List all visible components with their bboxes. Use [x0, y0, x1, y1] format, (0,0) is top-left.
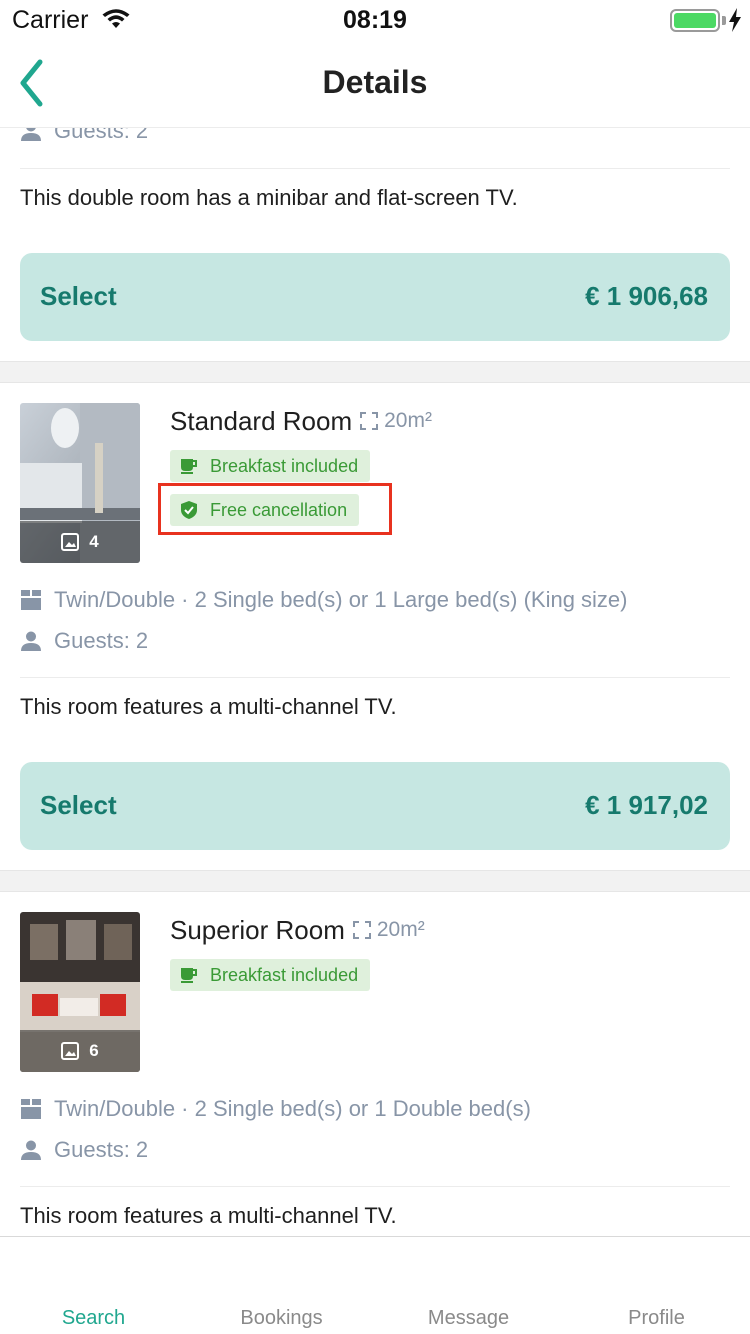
room-name: Superior Room — [170, 915, 345, 945]
coffee-cup-icon — [181, 459, 197, 474]
bed-grid-icon — [21, 1099, 41, 1119]
select-button[interactable]: Select € 1 917,02 — [20, 762, 730, 850]
breakfast-badge: Breakfast included — [170, 959, 371, 991]
tab-search[interactable]: Search — [0, 1307, 187, 1330]
section-separator — [0, 870, 750, 892]
nav-bar: Details — [0, 40, 750, 128]
person-icon — [21, 1140, 41, 1160]
room-description: This room features a multi-channel TV. — [20, 694, 397, 719]
photo-count: 4 — [89, 532, 99, 551]
guests-label: Guests: 2 — [54, 128, 149, 143]
room-list[interactable]: Guests: 2 This double room has a minibar… — [0, 128, 750, 1236]
status-bar: Carrier 08:19 — [0, 0, 750, 40]
tab-bookings[interactable]: Bookings — [188, 1307, 375, 1330]
photo-count-overlay: 4 — [20, 521, 140, 563]
breakfast-badge: Breakfast included — [170, 450, 371, 482]
divider — [20, 168, 730, 169]
room-description: This double room has a minibar and flat-… — [20, 185, 518, 210]
room-description: This room features a multi-channel TV. — [20, 1203, 397, 1228]
tab-message[interactable]: Message — [375, 1307, 562, 1330]
coffee-cup-icon — [181, 968, 197, 983]
clock: 08:19 — [343, 6, 407, 34]
divider — [20, 677, 730, 678]
section-separator — [0, 361, 750, 383]
divider — [20, 1186, 730, 1187]
room-size: 20m² — [352, 918, 425, 942]
image-icon — [61, 533, 80, 551]
badge-label: Breakfast included — [210, 455, 359, 476]
bed-type-label: Twin/Double · 2 Single bed(s) or 1 Large… — [54, 587, 628, 612]
tab-bar: Search Bookings Message Profile — [0, 1236, 750, 1334]
person-icon — [21, 128, 41, 141]
room-size: 20m² — [360, 409, 432, 433]
room-name: Standard Room — [170, 406, 353, 436]
bed-type-label: Twin/Double · 2 Single bed(s) or 1 Doubl… — [54, 1096, 531, 1121]
photo-count-overlay: 6 — [20, 1030, 140, 1072]
photo-count: 6 — [89, 1041, 99, 1060]
bed-type-row: Twin/Double · 2 Single bed(s) or 1 Large… — [20, 587, 628, 613]
room-title: Superior Room 20m² — [170, 915, 425, 946]
guests-label: Guests: 2 — [54, 628, 149, 653]
select-button-price: € 1 906,68 — [585, 281, 708, 311]
bed-type-row: Twin/Double · 2 Single bed(s) or 1 Doubl… — [20, 1096, 531, 1122]
guests-row: Guests: 2 — [20, 128, 148, 144]
expand-icon — [360, 412, 379, 430]
guests-label: Guests: 2 — [54, 1137, 149, 1162]
image-icon — [61, 1042, 80, 1060]
badge-label: Breakfast included — [210, 964, 359, 985]
guests-row: Guests: 2 — [20, 628, 148, 654]
select-button-label: Select — [40, 790, 117, 820]
battery-icon — [670, 9, 720, 32]
room-size-value: 20m² — [384, 409, 432, 432]
room-title: Standard Room 20m² — [170, 406, 432, 437]
room-size-value: 20m² — [376, 918, 425, 941]
expand-icon — [352, 921, 371, 939]
highlight-box — [158, 483, 392, 535]
select-button[interactable]: Select € 1 906,68 — [20, 253, 730, 341]
person-icon — [21, 631, 41, 651]
charging-icon — [728, 8, 742, 37]
tab-profile[interactable]: Profile — [563, 1307, 750, 1330]
battery-tip — [722, 16, 726, 25]
room-photo[interactable]: 6 — [20, 912, 140, 1072]
select-button-price: € 1 917,02 — [585, 790, 708, 820]
room-photo[interactable]: 4 — [20, 403, 140, 563]
bed-grid-icon — [21, 590, 41, 610]
select-button-label: Select — [40, 281, 117, 311]
guests-row: Guests: 2 — [20, 1137, 148, 1163]
page-title: Details — [322, 64, 428, 100]
